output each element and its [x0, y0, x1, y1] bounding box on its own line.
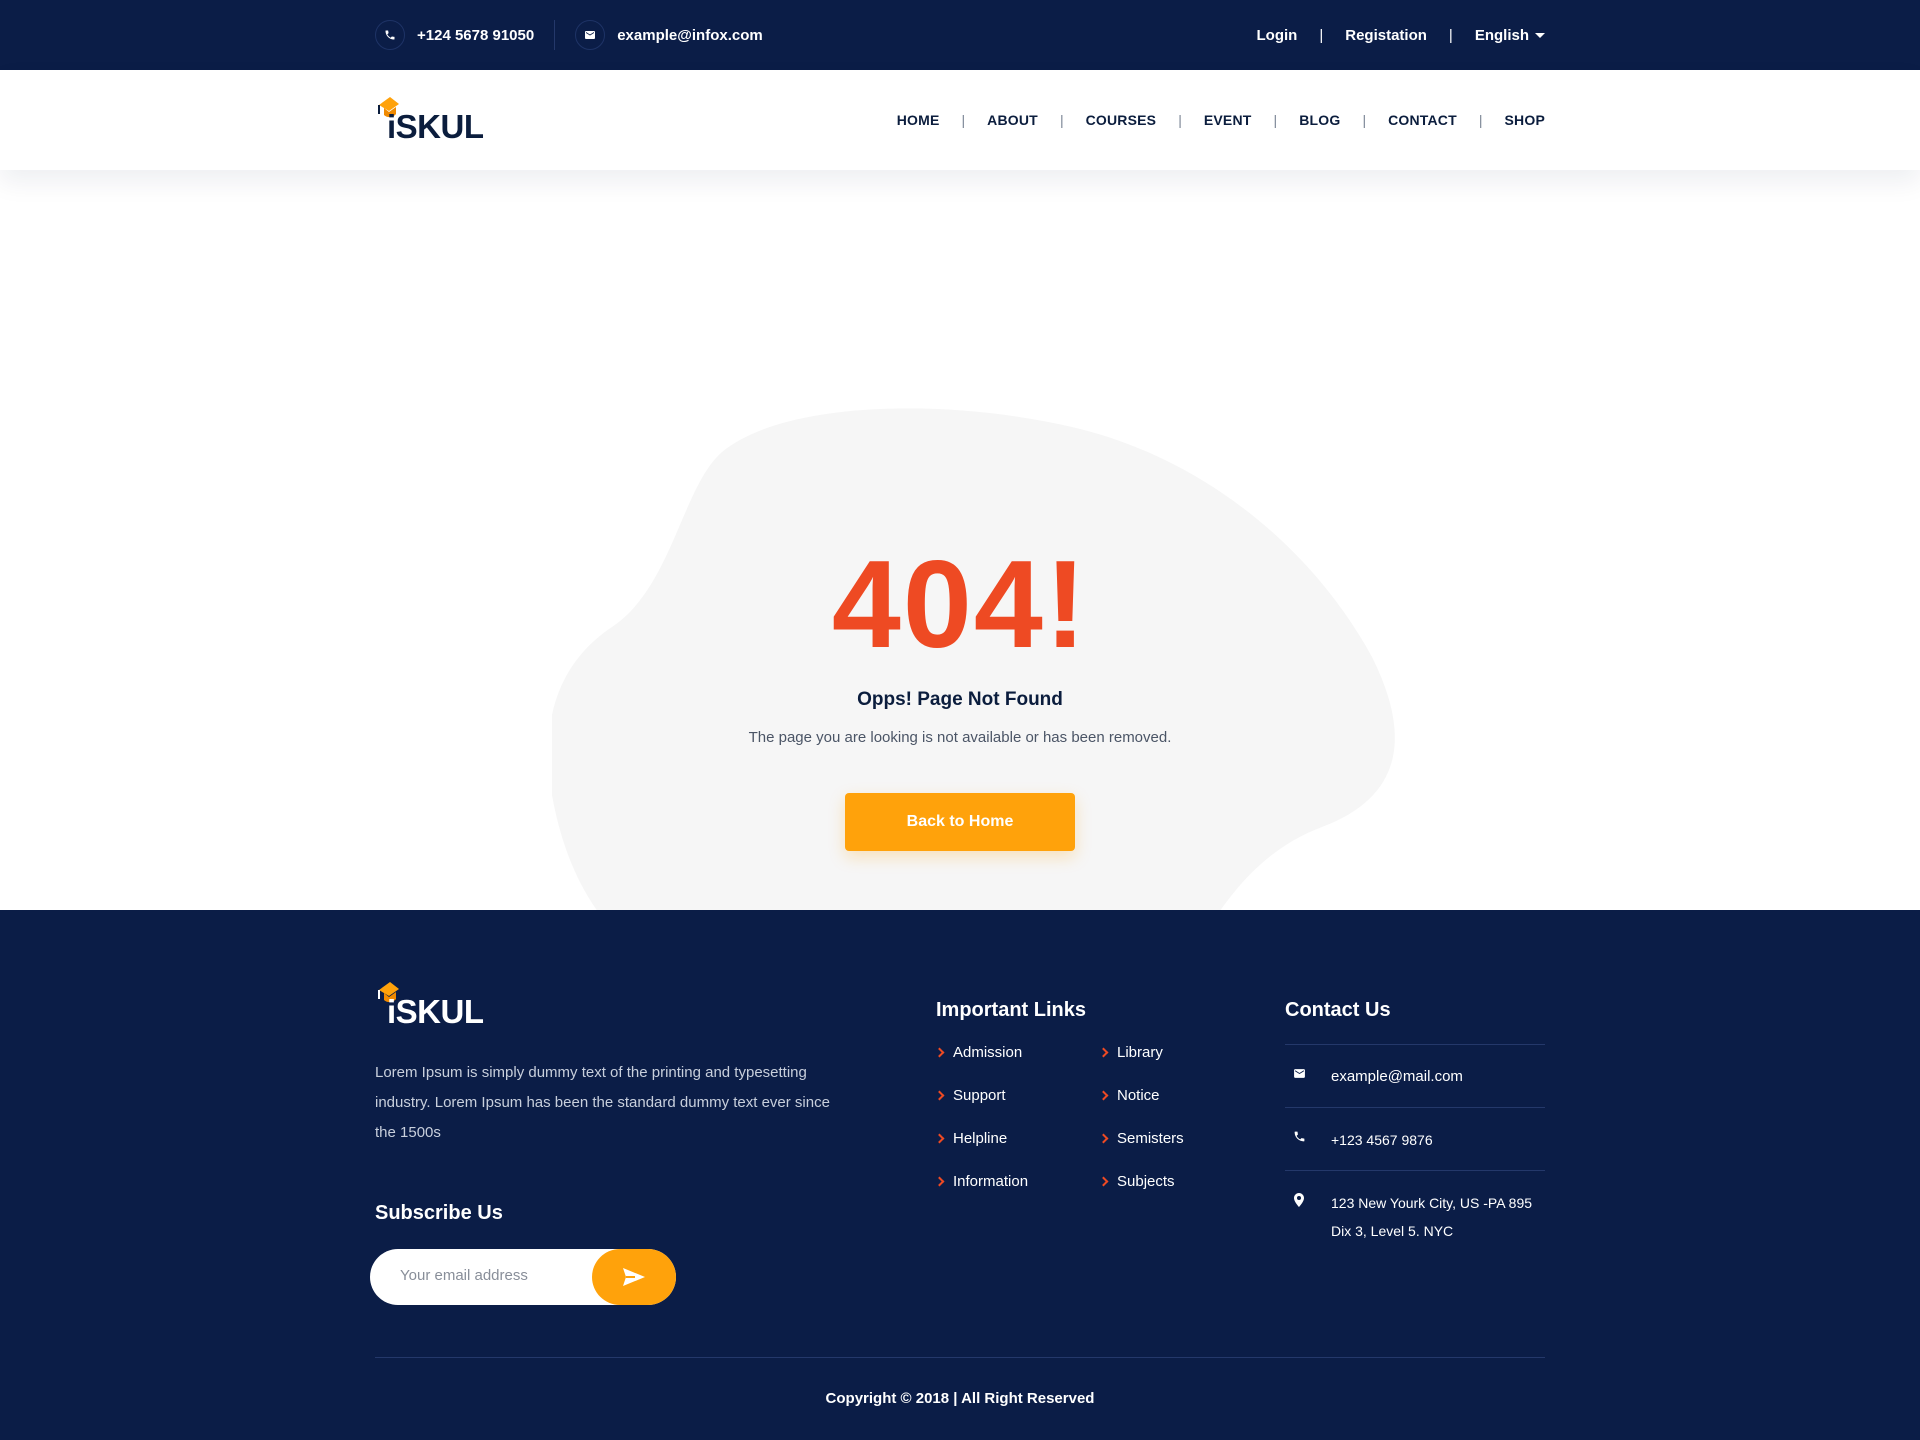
footer-about-text: Lorem Ipsum is simply dummy text of the …: [375, 1064, 830, 1141]
footer-bottom: Copyright © 2018 | All Right Reserved: [375, 1357, 1545, 1407]
mail-icon: [575, 20, 606, 50]
link-support[interactable]: Support: [934, 1087, 1100, 1104]
contact-list: example@mail.com +123 4567 9876 123 New …: [1285, 1044, 1545, 1261]
nav-blog[interactable]: BLOG: [1299, 112, 1340, 128]
nav-separator: |: [1362, 112, 1367, 128]
links-list: Admission Library Support Notice Helplin…: [934, 1044, 1236, 1190]
nav-courses[interactable]: COURSES: [1086, 112, 1157, 128]
chevron-right-icon: [1098, 1047, 1109, 1058]
nav-about[interactable]: ABOUT: [987, 112, 1038, 128]
back-to-home-button[interactable]: Back to Home: [845, 793, 1075, 851]
error-content: 404! Opps! Page Not Found The page you a…: [0, 543, 1920, 851]
link-label: Semisters: [1117, 1130, 1184, 1147]
contact-address: 123 New Yourk City, US -PA 895 Dix 3, Le…: [1285, 1170, 1545, 1261]
contact-email[interactable]: example@mail.com: [1285, 1044, 1545, 1107]
chevron-right-icon: [1098, 1176, 1109, 1187]
error-code: 404!: [831, 536, 1089, 674]
nav-contact[interactable]: CONTACT: [1388, 112, 1457, 128]
language-label: English: [1474, 26, 1529, 44]
chevron-right-icon: [934, 1090, 945, 1101]
contact-phone[interactable]: +123 4567 9876: [1285, 1107, 1545, 1170]
footer-contact: Contact Us example@mail.com +123 4567 98…: [1285, 999, 1545, 1261]
top-separator: |: [1319, 26, 1324, 44]
top-phone[interactable]: +124 5678 91050: [375, 20, 534, 50]
link-notice[interactable]: Notice: [1098, 1087, 1264, 1104]
contact-phone-text: +123 4567 9876: [1331, 1132, 1433, 1148]
chevron-right-icon: [1098, 1090, 1109, 1101]
chevron-right-icon: [934, 1176, 945, 1187]
nav-shop[interactable]: SHOP: [1505, 112, 1545, 128]
link-admission[interactable]: Admission: [934, 1044, 1100, 1061]
caret-down-icon: [1535, 33, 1545, 39]
link-helpline[interactable]: Helpline: [934, 1130, 1100, 1147]
nav-separator: |: [1059, 112, 1064, 128]
contact-address-text: 123 New Yourk City, US -PA 895 Dix 3, Le…: [1331, 1195, 1533, 1239]
footer-logo[interactable]: iSKUL: [375, 980, 485, 1030]
link-library[interactable]: Library: [1098, 1044, 1264, 1061]
phone-icon: [375, 20, 405, 50]
top-email[interactable]: example@infox.com: [575, 20, 763, 50]
nav-separator: |: [1178, 112, 1182, 128]
main-header: iSKUL HOME | ABOUT | COURSES | EVENT | B…: [0, 70, 1920, 170]
footer-logo-text: iSKUL: [387, 993, 484, 1030]
top-email-text: example@infox.com: [617, 26, 763, 44]
links-heading: Important Links: [936, 999, 1087, 1021]
link-label: Notice: [1117, 1087, 1160, 1104]
subscribe-email-input[interactable]: [400, 1267, 570, 1284]
site-footer: iSKUL Lorem Ipsum is simply dummy text o…: [0, 910, 1920, 1440]
subscribe-form: [370, 1249, 676, 1305]
top-contact-info: +124 5678 91050 example@infox.com: [375, 20, 763, 50]
error-message: The page you are looking is not availabl…: [748, 729, 1172, 746]
language-selector[interactable]: English: [1475, 27, 1545, 44]
nav-home[interactable]: HOME: [897, 112, 940, 128]
top-divider: [554, 20, 556, 50]
subscribe-heading: Subscribe Us: [375, 1202, 503, 1224]
copyright-text: Copyright © 2018 | All Right Reserved: [825, 1390, 1095, 1407]
map-pin-icon: [1285, 1193, 1313, 1207]
chevron-right-icon: [934, 1133, 945, 1144]
link-label: Information: [953, 1173, 1029, 1190]
nav-separator: |: [1273, 112, 1278, 128]
link-label: Library: [1117, 1044, 1163, 1061]
top-bar: +124 5678 91050 example@infox.com Login …: [0, 0, 1920, 70]
error-section: 404! Opps! Page Not Found The page you a…: [0, 170, 1920, 942]
contact-heading: Contact Us: [1285, 999, 1391, 1021]
error-title: Opps! Page Not Found: [857, 689, 1063, 710]
link-label: Helpline: [953, 1130, 1008, 1147]
link-label: Support: [953, 1087, 1006, 1104]
mail-icon: [1285, 1067, 1313, 1080]
link-semisters[interactable]: Semisters: [1098, 1130, 1264, 1147]
site-logo[interactable]: iSKUL: [375, 95, 485, 145]
link-information[interactable]: Information: [934, 1173, 1100, 1190]
contact-email-text: example@mail.com: [1331, 1068, 1463, 1085]
nav-separator: |: [961, 112, 966, 128]
logo-text: iSKUL: [387, 108, 484, 145]
chevron-right-icon: [934, 1047, 945, 1058]
phone-icon: [1285, 1130, 1313, 1143]
top-phone-text: +124 5678 91050: [417, 26, 535, 44]
top-separator: |: [1448, 26, 1453, 44]
link-subjects[interactable]: Subjects: [1098, 1173, 1264, 1190]
subscribe-submit-button[interactable]: [592, 1249, 676, 1305]
register-link[interactable]: Registation: [1345, 27, 1427, 44]
nav-separator: |: [1478, 112, 1483, 128]
nav-event[interactable]: EVENT: [1204, 112, 1252, 128]
link-label: Admission: [953, 1044, 1023, 1061]
main-nav: HOME | ABOUT | COURSES | EVENT | BLOG | …: [897, 112, 1545, 128]
link-label: Subjects: [1117, 1173, 1175, 1190]
login-link[interactable]: Login: [1257, 27, 1298, 44]
top-account-links: Login | Registation | English: [1257, 26, 1545, 44]
footer-about: iSKUL Lorem Ipsum is simply dummy text o…: [370, 980, 835, 1305]
send-icon: [623, 1268, 645, 1286]
chevron-right-icon: [1098, 1133, 1109, 1144]
footer-important-links: Important Links Admission Library Suppor…: [934, 999, 1236, 1190]
